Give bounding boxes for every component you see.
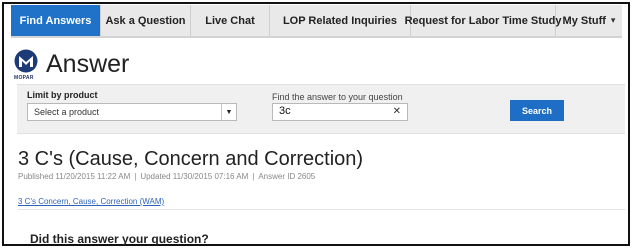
published-date: Published 11/20/2015 11:22 AM bbox=[18, 172, 131, 181]
tab-ask-question[interactable]: Ask a Question bbox=[101, 5, 191, 36]
meta-separator: | bbox=[134, 172, 137, 181]
tab-labor-time-study[interactable]: Request for Labor Time Study bbox=[405, 5, 561, 36]
logo-wordmark: MOPAR bbox=[14, 75, 34, 81]
article-meta: Published 11/20/2015 11:22 AM | Updated 11… bbox=[18, 172, 315, 181]
main-nav: Find Answers Ask a Question Live Chat LO… bbox=[11, 5, 622, 38]
chevron-down-icon[interactable]: ▼ bbox=[221, 104, 236, 120]
wam-link[interactable]: 3 C's Concern, Cause, Correction (WAM) bbox=[18, 197, 164, 206]
search-panel: Limit by product Select a product ▼ Find… bbox=[17, 84, 625, 134]
article-title: 3 C's (Cause, Concern and Correction) bbox=[18, 148, 364, 170]
product-select[interactable]: Select a product ▼ bbox=[27, 103, 237, 121]
mopar-logo-icon: MOPAR bbox=[14, 49, 38, 83]
divider bbox=[18, 209, 625, 210]
tab-lop-inquiries[interactable]: LOP Related Inquiries bbox=[270, 5, 411, 36]
search-input-value: 3c bbox=[279, 105, 291, 117]
brand-header: MOPAR Answer bbox=[14, 49, 129, 83]
product-select-value: Select a product bbox=[34, 107, 100, 117]
search-label: Find the answer to your question bbox=[272, 92, 403, 102]
feedback-question: Did this answer your question? bbox=[30, 232, 209, 246]
limit-by-product-label: Limit by product bbox=[27, 90, 98, 100]
page-title: Answer bbox=[46, 50, 130, 78]
tab-live-chat[interactable]: Live Chat bbox=[191, 5, 270, 36]
search-button[interactable]: Search bbox=[510, 100, 564, 121]
answer-id: Answer ID 2605 bbox=[258, 172, 316, 181]
tab-my-stuff[interactable]: My Stuff ▾ bbox=[556, 5, 622, 36]
mopar-m-icon bbox=[14, 49, 38, 73]
meta-separator: | bbox=[252, 172, 255, 181]
tab-find-answers[interactable]: Find Answers bbox=[11, 5, 101, 36]
updated-date: Updated 11/30/2015 07:16 AM bbox=[140, 172, 249, 181]
chevron-down-icon: ▾ bbox=[610, 15, 616, 25]
close-icon[interactable]: ✕ bbox=[393, 106, 401, 117]
search-input[interactable]: 3c ✕ bbox=[272, 103, 408, 121]
